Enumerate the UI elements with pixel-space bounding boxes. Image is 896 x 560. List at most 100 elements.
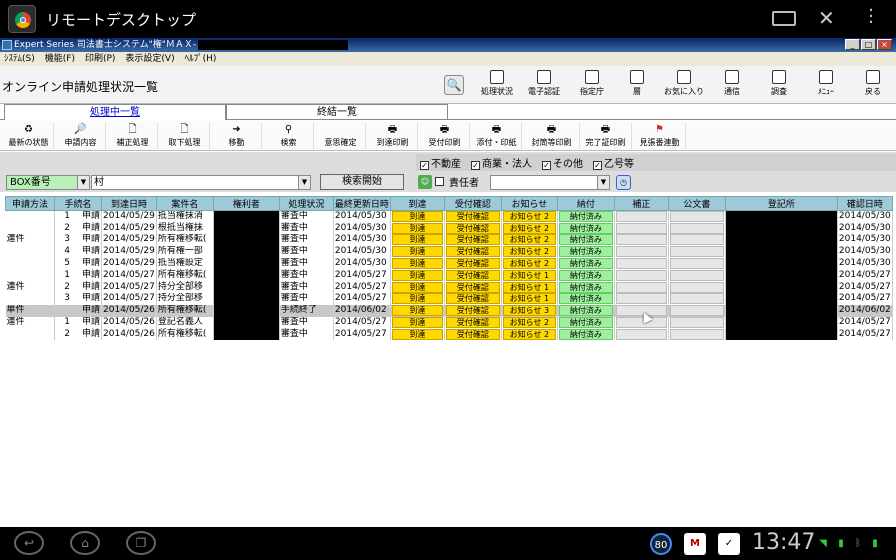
menu-function[interactable]: 機能(F) (45, 52, 75, 66)
maximize-button[interactable]: □ (861, 39, 876, 50)
table-row[interactable]: 連件 2 申請 2014/05/27 持分全部移 審査中 2014/05/27 到達 受付確認お… (5, 281, 893, 294)
arrival-badge[interactable]: 到達 (390, 222, 445, 235)
responsible-select[interactable]: ▼ (490, 175, 610, 190)
envelope-print-button[interactable]: 🖶 封筒等印刷 (524, 123, 580, 149)
search-icon[interactable]: 🔍 (444, 75, 464, 95)
overflow-menu-icon[interactable]: · · · (866, 2, 876, 32)
payment-badge[interactable]: 納付済み (557, 234, 615, 246)
clock-icon[interactable]: ◷ (616, 175, 631, 190)
check-commercial[interactable]: ✓ 商業・法人 (471, 155, 532, 170)
payment-badge[interactable]: 納付済み (557, 269, 615, 282)
window-close-button[interactable]: × (877, 39, 892, 50)
col-notice[interactable]: お知らせ (500, 196, 558, 211)
watchman-link-button[interactable]: ⚑ 見張番連動 (634, 123, 686, 149)
badge-80-icon[interactable]: 80 (650, 533, 672, 555)
table-row[interactable]: 単件 申請 2014/05/26 所有権移転(手続終了 2014/06/02 到達 受付確認… (5, 304, 893, 317)
menu-view[interactable]: 表示設定(V) (125, 52, 174, 66)
completion-print-button[interactable]: 🖶 完了証印刷 (580, 123, 632, 149)
receipt-badge[interactable]: 受付確認 (444, 269, 502, 282)
menu-system[interactable]: ｼｽﾃﾑ(S) (4, 52, 35, 66)
arrival-badge[interactable]: 到達 (390, 210, 445, 223)
receipt-badge[interactable]: 受付確認 (444, 293, 502, 305)
layer-button[interactable]: 層 (620, 68, 654, 102)
col-procedure[interactable]: 手続名 (53, 196, 103, 211)
menu-button[interactable]: ﾒﾆｭｰ (808, 68, 844, 102)
move-button[interactable]: ➜ 移動 (212, 123, 262, 149)
arrival-badge[interactable]: 到達 (390, 293, 445, 305)
communication-button[interactable]: 通信 (714, 68, 750, 102)
arrival-print-button[interactable]: 🖶 到達印刷 (368, 123, 418, 149)
receipt-badge[interactable]: 受付確認 (444, 222, 502, 235)
keyboard-icon[interactable] (772, 11, 796, 26)
col-arrival[interactable]: 到達 (389, 196, 445, 211)
receipt-badge[interactable]: 受付確認 (444, 304, 502, 317)
arrival-badge[interactable]: 到達 (390, 269, 445, 282)
tab-in-progress[interactable]: 処理中一覧 (4, 104, 226, 120)
col-correction[interactable]: 補正 (613, 196, 669, 211)
receipt-badge[interactable]: 受付確認 (444, 316, 502, 329)
check-other[interactable]: ✓ その他 (542, 155, 583, 170)
arrival-badge[interactable]: 到達 (390, 257, 445, 270)
clipboard-icon[interactable]: ✓ (718, 533, 740, 555)
col-confirmed[interactable]: 確認日時 (836, 196, 893, 211)
table-row[interactable]: 1 申請 2014/05/29 抵当権抹消 審査中 2014/05/30 到達 受付確認 お知ら… (5, 210, 893, 223)
payment-badge[interactable]: 納付済み (557, 304, 615, 317)
notice-badge[interactable]: お知らせ 2 (501, 210, 558, 223)
col-payment[interactable]: 納付 (556, 196, 615, 211)
notice-badge[interactable]: お知らせ 1 (501, 269, 558, 282)
arrival-badge[interactable]: 到達 (390, 245, 445, 258)
payment-badge[interactable]: 納付済み (557, 257, 615, 270)
notice-badge[interactable]: お知らせ 2 (501, 222, 558, 235)
people-icon[interactable]: ☺ (418, 174, 432, 189)
keyword-input[interactable]: 村 ▼ (91, 175, 311, 190)
search-button[interactable]: ⚲ 検索 (264, 123, 314, 149)
table-row[interactable]: 1 申請 2014/05/27 所有権移転(審査中 2014/05/27 到達 受付確認 お知… (5, 269, 893, 282)
payment-badge[interactable]: 納付済み (557, 281, 615, 294)
arrival-badge[interactable]: 到達 (390, 316, 445, 329)
application-content-button[interactable]: 🔎 申請内容 (56, 123, 106, 149)
refresh-button[interactable]: ♻ 最新の状態 (4, 123, 54, 149)
notice-badge[interactable]: お知らせ 2 (501, 245, 558, 258)
arrival-badge[interactable]: 到達 (390, 281, 445, 294)
receipt-badge[interactable]: 受付確認 (444, 210, 502, 223)
notice-badge[interactable]: お知らせ 1 (501, 281, 558, 294)
arrival-badge[interactable]: 到達 (390, 234, 445, 246)
menu-help[interactable]: ﾍﾙﾌﾟ(H) (185, 52, 217, 66)
favorites-button[interactable]: お気に入り (660, 68, 708, 102)
notice-badge[interactable]: お知らせ 3 (501, 304, 558, 317)
arrival-badge[interactable]: 到達 (390, 328, 445, 341)
payment-badge[interactable]: 納付済み (557, 222, 615, 235)
withdraw-button[interactable]: 🗋 取下処理 (160, 123, 210, 149)
payment-badge[interactable]: 納付済み (557, 328, 615, 341)
col-rightholder[interactable]: 権利者 (212, 196, 280, 211)
receipt-badge[interactable]: 受付確認 (444, 281, 502, 294)
designated-office-button[interactable]: 指定庁 (572, 68, 612, 102)
arrival-badge[interactable]: 到達 (390, 304, 445, 317)
receipt-badge[interactable]: 受付確認 (444, 245, 502, 258)
status-button[interactable]: 処理状況 (476, 68, 518, 102)
table-row[interactable]: 5 申請 2014/05/29 抵当権設定 審査中 2014/05/30 到達 受付確認 お知ら… (5, 257, 893, 270)
receipt-print-button[interactable]: 🖶 受付印刷 (420, 123, 470, 149)
col-arrival-date[interactable]: 到達日時 (101, 196, 157, 211)
receipt-badge[interactable]: 受付確認 (444, 234, 502, 246)
col-case[interactable]: 案件名 (155, 196, 214, 211)
receipt-badge[interactable]: 受付確認 (444, 257, 502, 270)
table-row[interactable]: 3 申請 2014/05/27 持分全部移 審査中 2014/05/27 到達 受付確認 お知ら… (5, 293, 893, 305)
investigate-button[interactable]: 調査 (762, 68, 796, 102)
payment-badge[interactable]: 納付済み (557, 245, 615, 258)
table-row[interactable]: 2 申請 2014/05/29 根抵当権抹 審査中 2014/05/30 到達 受付確認 お知ら… (5, 222, 893, 235)
recents-nav-icon[interactable]: ❐ (126, 531, 156, 555)
e-auth-button[interactable]: 電子認証 (522, 68, 566, 102)
notice-badge[interactable]: お知らせ 2 (501, 316, 558, 329)
table-row[interactable]: 連件 1 申請 2014/05/26 登記名義人 審査中 2014/05/27 到達 受付確認お… (5, 316, 893, 329)
table-row[interactable]: 2 申請 2014/05/26 所有権移転(審査中 2014/05/27 到達 受付確認 お知… (5, 328, 893, 341)
correction-button[interactable]: 🗋 補正処理 (108, 123, 158, 149)
payment-badge[interactable]: 納付済み (557, 316, 615, 329)
shield-icon[interactable]: M (684, 533, 706, 555)
col-method[interactable]: 申請方法 (5, 196, 55, 211)
back-button[interactable]: 戻る (856, 68, 890, 102)
table-row[interactable]: 連件 3 申請 2014/05/29 所有権移転(審査中 2014/05/30 到達 受付確認… (5, 234, 893, 246)
menu-print[interactable]: 印刷(P) (85, 52, 115, 66)
notice-badge[interactable]: お知らせ 2 (501, 328, 558, 341)
minimize-button[interactable]: _ (845, 39, 860, 50)
